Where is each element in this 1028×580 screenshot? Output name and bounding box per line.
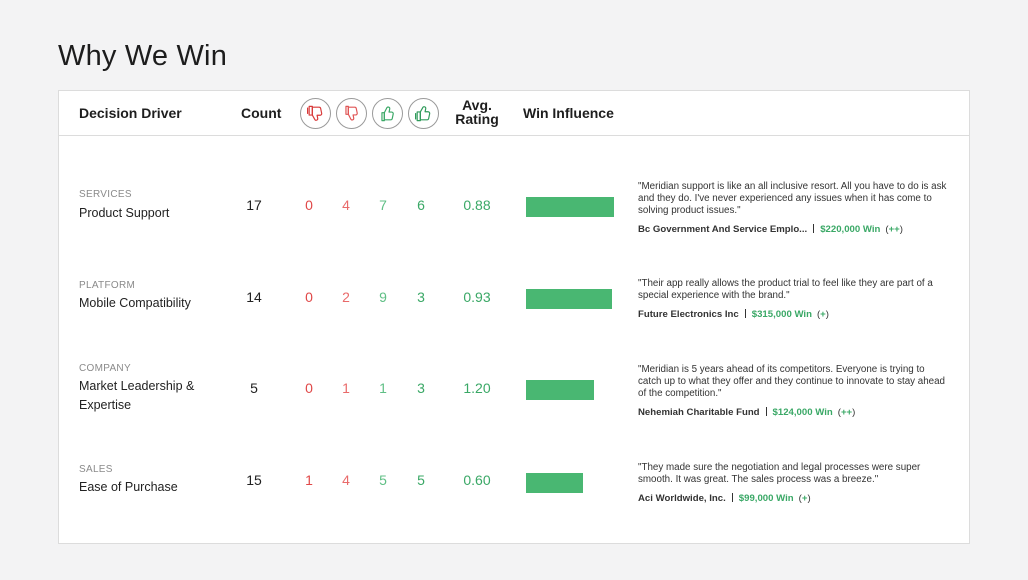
header-avg-rating[interactable]: Avg. Rating [451, 98, 503, 126]
row-category: COMPANY [79, 363, 131, 374]
row-count: 17 [246, 197, 262, 213]
row-category: SERVICES [79, 189, 132, 200]
account-name[interactable]: Future Electronics Inc [638, 309, 739, 320]
row-avg-rating: 1.20 [463, 380, 491, 396]
rating-negative: 4 [342, 472, 350, 488]
win-amount: $315,000 Win [751, 309, 812, 320]
row-avg-rating: 0.60 [463, 472, 491, 488]
rating-strongly-negative: 0 [305, 197, 313, 213]
header-decision-driver[interactable]: Decision Driver [79, 105, 182, 121]
rating-strongly-positive: 6 [417, 197, 425, 213]
row-attribution: Bc Government And Service Emplo... $220,0… [638, 224, 958, 235]
why-we-win-table: Decision Driver Count Avg. Rating Win In… [58, 90, 970, 544]
positive-thumbs-up-icon[interactable] [372, 98, 403, 129]
separator [744, 309, 746, 318]
header-avg-line2: Rating [455, 111, 499, 127]
row-attribution: Future Electronics Inc $315,000 Win (+) [638, 309, 958, 320]
rating-strongly-positive: 3 [417, 289, 425, 305]
negative-thumbs-down-icon[interactable] [336, 98, 367, 129]
rating-strongly-positive: 3 [417, 380, 425, 396]
row-attribution: Nehemiah Charitable Fund $124,000 Win (++) [638, 407, 958, 418]
separator [813, 224, 815, 233]
row-category: SALES [79, 464, 113, 475]
row-quote: "They made sure the negotiation and lega… [638, 462, 921, 485]
header-avg-line1: Avg. [462, 97, 492, 113]
rating-strongly-negative: 0 [305, 380, 313, 396]
win-influence-bar [526, 289, 612, 309]
page-title: Why We Win [58, 40, 228, 72]
row-driver-name: Market Leadership & Expertise [79, 379, 195, 412]
strongly-positive-thumbs-up-icon[interactable] [408, 98, 439, 129]
sentiment-badge: (+) [816, 309, 829, 320]
win-amount: $99,000 Win [738, 493, 794, 504]
account-name[interactable]: Aci Worldwide, Inc. [638, 493, 726, 504]
row-driver-name: Product Support [79, 206, 170, 220]
rating-negative: 4 [342, 197, 350, 213]
row-quote: "Meridian is 5 years ahead of its compet… [638, 364, 945, 399]
win-influence-bar [526, 473, 583, 493]
row-avg-rating: 0.88 [463, 197, 491, 213]
rating-positive: 1 [379, 380, 387, 396]
row-count: 14 [246, 289, 262, 305]
rating-negative: 2 [342, 289, 350, 305]
rating-strongly-negative: 0 [305, 289, 313, 305]
account-name[interactable]: Nehemiah Charitable Fund [638, 407, 760, 418]
win-amount: $124,000 Win [772, 407, 833, 418]
rating-strongly-negative: 1 [305, 472, 313, 488]
rating-strongly-positive: 5 [417, 472, 425, 488]
sentiment-badge: (++) [885, 224, 903, 235]
row-quote: "Meridian support is like an all inclusi… [638, 181, 947, 216]
win-influence-bar [526, 380, 594, 400]
row-avg-rating: 0.93 [463, 289, 491, 305]
row-quote: "Their app really allows the product tri… [638, 278, 933, 301]
row-count: 15 [246, 472, 262, 488]
strongly-negative-thumbs-down-icon[interactable] [300, 98, 331, 129]
sentiment-badge: (++) [837, 407, 856, 418]
row-count: 5 [250, 380, 258, 396]
header-win-influence[interactable]: Win Influence [523, 105, 614, 121]
row-attribution: Aci Worldwide, Inc. $99,000 Win (+) [638, 493, 958, 504]
rating-negative: 1 [342, 380, 350, 396]
rating-positive: 7 [379, 197, 387, 213]
rating-positive: 9 [379, 289, 387, 305]
row-driver-name: Ease of Purchase [79, 480, 178, 494]
row-driver-name: Mobile Compatibility [79, 296, 191, 310]
row-category: PLATFORM [79, 280, 136, 291]
win-amount: $220,000 Win [820, 224, 881, 235]
header-count[interactable]: Count [241, 105, 281, 121]
separator [765, 407, 767, 416]
win-influence-bar [526, 197, 614, 217]
account-name[interactable]: Bc Government And Service Emplo... [638, 224, 807, 235]
table-header: Decision Driver Count Avg. Rating Win In… [59, 91, 969, 136]
rating-positive: 5 [379, 472, 387, 488]
sentiment-badge: (+) [798, 493, 811, 504]
separator [731, 493, 733, 502]
